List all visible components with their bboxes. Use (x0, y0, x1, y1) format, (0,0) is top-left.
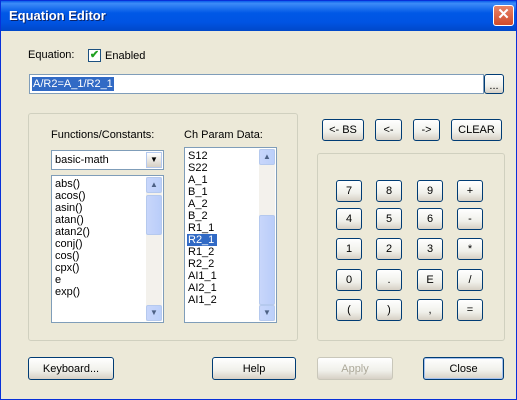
keypad-key[interactable]: 6 (417, 208, 443, 230)
window-title: Equation Editor (9, 8, 106, 23)
scroll-down-icon[interactable]: ▼ (259, 305, 275, 321)
param-item[interactable]: B_2 (187, 210, 217, 222)
function-item[interactable]: conj() (54, 238, 90, 250)
keypad-key[interactable]: + (457, 180, 483, 202)
keyboard-button[interactable]: Keyboard... (28, 357, 114, 380)
functions-header: Functions/Constants: (51, 129, 155, 141)
equation-input[interactable]: A/R2=A_1/R2_1 (29, 74, 484, 94)
scroll-up-icon[interactable]: ▲ (259, 149, 275, 165)
keypad-key[interactable]: ( (336, 299, 362, 321)
param-item[interactable]: AI1_1 (187, 270, 217, 282)
params-header: Ch Param Data: (184, 129, 263, 141)
equation-editor-window: Equation Editor ✕ Equation: ✔ Enabled A/… (0, 0, 517, 400)
backspace-button[interactable]: <- BS (322, 119, 364, 141)
equation-value: A/R2=A_1/R2_1 (32, 77, 114, 91)
keypad-key[interactable]: 9 (417, 180, 443, 202)
keypad-key[interactable]: 7 (336, 180, 362, 202)
scroll-down-icon[interactable]: ▼ (146, 305, 162, 321)
close-icon[interactable]: ✕ (493, 5, 514, 26)
param-item[interactable]: R1_1 (187, 222, 217, 234)
apply-button[interactable]: Apply (317, 357, 393, 380)
functions-list[interactable]: abs() acos() asin() atan() atan2() conj() cos(… (51, 175, 164, 323)
title-bar[interactable]: Equation Editor ✕ (1, 1, 516, 31)
param-item[interactable]: R2_1 (187, 234, 217, 246)
keypad-key[interactable]: / (457, 269, 483, 291)
enabled-label: Enabled (105, 50, 146, 62)
params-list[interactable]: S12 S22 A_1 B_1 A_2 B_2 R1_1 R2_1 R1_2 R2_2 AI1_1 A… (184, 147, 277, 323)
keypad-key[interactable]: 1 (336, 238, 362, 260)
browse-button[interactable]: ... (484, 74, 504, 94)
cursor-right-button[interactable]: -> (413, 119, 440, 141)
keypad-key[interactable]: 2 (376, 238, 402, 260)
param-item[interactable]: B_1 (187, 186, 217, 198)
function-item[interactable]: cos() (54, 250, 90, 262)
param-item[interactable]: AI1_2 (187, 294, 217, 306)
scroll-thumb[interactable] (146, 195, 162, 235)
keypad-key[interactable]: . (376, 269, 402, 291)
close-button[interactable]: Close (423, 357, 504, 380)
scroll-thumb[interactable] (259, 215, 275, 305)
enabled-checkbox[interactable]: ✔ (88, 49, 101, 62)
function-category-value: basic-math (55, 154, 109, 166)
param-item[interactable]: R2_2 (187, 258, 217, 270)
keypad-key[interactable]: 4 (336, 208, 362, 230)
param-item[interactable]: A_2 (187, 198, 217, 210)
help-button[interactable]: Help (212, 357, 296, 380)
keypad-key[interactable]: = (457, 299, 483, 321)
param-item[interactable]: S22 (187, 162, 217, 174)
keypad-key[interactable]: 5 (376, 208, 402, 230)
function-item[interactable]: atan2() (54, 226, 90, 238)
cursor-left-button[interactable]: <- (375, 119, 402, 141)
clear-button[interactable]: CLEAR (451, 119, 502, 141)
param-item[interactable]: R1_2 (187, 246, 217, 258)
functions-scrollbar[interactable]: ▲ ▼ (146, 177, 162, 321)
param-item[interactable]: A_1 (187, 174, 217, 186)
function-item[interactable]: asin() (54, 202, 90, 214)
function-item[interactable]: atan() (54, 214, 90, 226)
keypad-key[interactable]: * (457, 238, 483, 260)
equation-label: Equation: (28, 49, 75, 61)
function-category-select[interactable]: basic-math ▼ (51, 150, 164, 170)
param-item[interactable]: AI2_1 (187, 282, 217, 294)
params-scrollbar[interactable]: ▲ ▼ (259, 149, 275, 321)
function-item[interactable]: cpx() (54, 262, 90, 274)
function-item[interactable]: abs() (54, 178, 90, 190)
keypad-key[interactable]: - (457, 208, 483, 230)
keypad-key[interactable]: 3 (417, 238, 443, 260)
keypad-key[interactable]: E (417, 269, 443, 291)
scroll-up-icon[interactable]: ▲ (146, 177, 162, 193)
function-item[interactable]: e (54, 274, 90, 286)
function-item[interactable]: exp() (54, 286, 90, 298)
keypad-key[interactable]: ) (376, 299, 402, 321)
param-item[interactable]: S12 (187, 150, 217, 162)
chevron-down-icon[interactable]: ▼ (146, 152, 162, 168)
keypad-key[interactable]: 0 (336, 269, 362, 291)
keypad-key[interactable]: 8 (376, 180, 402, 202)
function-item[interactable]: acos() (54, 190, 90, 202)
keypad-key[interactable]: , (417, 299, 443, 321)
